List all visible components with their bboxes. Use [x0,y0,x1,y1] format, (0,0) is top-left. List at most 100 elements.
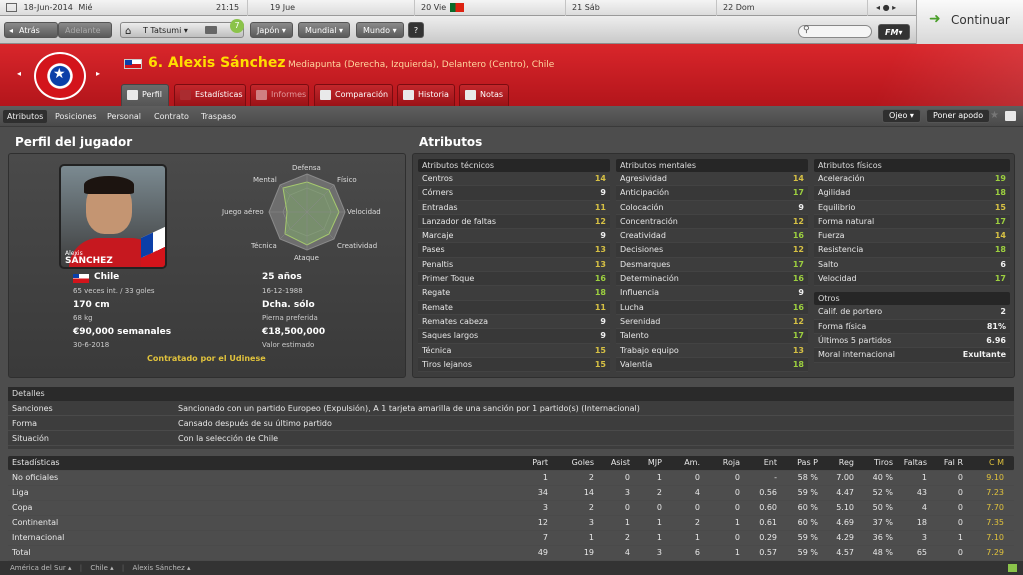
stats-row[interactable]: Continental 12 3 1 1 2 1 0.61 60 % 4.69 37 % 18 0 7.3… [8,516,1014,531]
attribute-row[interactable]: Regate 18 [418,286,610,301]
breadcrumb-item[interactable]: América del Sur ▴ [10,564,72,572]
calendar-prev-icon[interactable]: ◂ [876,3,880,12]
attribute-value: 18 [994,188,1006,198]
attribute-name: Calif. de portero [818,307,883,317]
attribute-row[interactable]: Decisiones 12 [616,243,808,258]
attribute-row[interactable]: Saques largos 9 [418,329,610,344]
subnav-contrato[interactable]: Contrato [150,110,193,123]
stats-row[interactable]: Copa 3 2 0 0 0 0 0.60 60 % 5.10 50 % 4 0 7.70 [8,501,1014,516]
next-player-icon[interactable]: ▸ [96,69,100,78]
attribute-row[interactable]: Resistencia 18 [814,243,1010,258]
attribute-value: 2 [1000,307,1006,317]
forward-button[interactable]: Adelante [58,22,112,38]
attribute-value: 16 [792,302,804,312]
attribute-row[interactable]: Concentración 12 [616,214,808,230]
attribute-row[interactable]: Talento 17 [616,329,808,344]
attribute-row[interactable]: Forma física 81% [814,319,1010,334]
subnav-posiciones[interactable]: Posiciones [51,110,101,123]
attribute-row[interactable]: Determinación 16 [616,272,808,287]
attribute-row[interactable]: Salto 6 [814,258,1010,273]
subnav-personal[interactable]: Personal [103,110,145,123]
nationality[interactable]: Chile [94,272,119,282]
calendar-day[interactable]: 22 Dom [717,0,868,16]
search-input[interactable]: ⚲ [798,25,872,38]
attribute-row[interactable]: Remate 11 [418,300,610,315]
attribute-row[interactable]: Remates cabeza 9 [418,315,610,330]
calendar-nav[interactable]: ◂ ● ▸ [870,0,916,16]
star-icon[interactable]: ★ [990,110,999,121]
stats-row[interactable]: Liga 34 14 3 2 4 0 0.56 59 % 4.47 52 % 43 0 7.23 [8,486,1014,501]
attribute-row[interactable]: Fuerza 14 [814,229,1010,244]
attribute-row[interactable]: Valentía 18 [616,357,808,373]
attribute-row[interactable]: Forma natural 17 [814,214,1010,230]
calendar-today-icon[interactable]: ● [883,3,890,12]
breadcrumb-item[interactable]: Chile ▴ [90,564,113,572]
attribute-row[interactable]: Lanzador de faltas 12 [418,214,610,230]
attribute-row[interactable]: Córners 9 [418,186,610,201]
attribute-row[interactable]: Colocación 9 [616,201,808,215]
ojeo-button[interactable]: Ojeo ▾ [882,109,921,123]
attribute-row[interactable]: Velocidad 17 [814,272,1010,287]
mundo-menu[interactable]: Mundo ▾ [356,22,404,38]
tab-informes[interactable]: Informes [250,84,309,106]
current-date[interactable]: 18-Jun-2014 Mié 21:15 [0,0,248,16]
nickname-button[interactable]: Poner apodo [926,109,991,123]
attribute-row[interactable]: Anticipación 17 [616,186,808,201]
back-button[interactable]: ◂ Atrás [4,22,58,38]
japan-menu[interactable]: Japón ▾ [250,22,293,38]
stats-row[interactable]: No oficiales 1 2 0 1 0 0 - 58 % 7.00 40 % 1 0 9.10 [8,471,1014,486]
attribute-row[interactable]: Agresividad 14 [616,172,808,187]
tab-estadisticas[interactable]: Estadísticas [174,84,246,106]
calendar-next-icon[interactable]: ▸ [892,3,896,12]
expand-icon[interactable] [1008,564,1017,572]
attribute-row[interactable]: Trabajo equipo 13 [616,344,808,358]
attribute-row[interactable]: Técnica 15 [418,344,610,358]
prev-player-icon[interactable]: ◂ [17,69,21,78]
calendar-day[interactable]: 21 Sáb [566,0,717,16]
fm-menu[interactable]: FM▾ [878,24,910,40]
back-arrow-icon: ◂ [9,26,14,35]
help-button[interactable]: ? [408,22,424,38]
calendar-day[interactable]: 19 Jue [264,0,415,16]
attribute-row[interactable]: Desmarques 17 [616,258,808,273]
team-menu[interactable]: ⌂ T Tatsumi ▾ [120,22,244,38]
subnav-traspaso[interactable]: Traspaso [197,110,240,123]
radar-label-fisico: Físico [337,176,357,184]
attribute-row[interactable]: Últimos 5 partidos 6.96 [814,334,1010,349]
attribute-row[interactable]: Lucha 16 [616,300,808,315]
contract-status[interactable]: Contratado por el Udinese [147,354,266,363]
attribute-row[interactable]: Creatividad 16 [616,229,808,244]
attribute-row[interactable]: Entradas 11 [418,201,610,215]
attribute-row[interactable]: Moral internacional Exultante [814,348,1010,363]
attribute-row[interactable]: Agilidad 18 [814,186,1010,201]
tab-historia[interactable]: Historia [397,84,455,106]
mail-icon[interactable] [205,26,217,34]
tab-notas[interactable]: Notas [459,84,509,106]
calendar-day[interactable]: 20 Vie [415,0,566,16]
attribute-row[interactable]: Tiros lejanos 15 [418,357,610,373]
subnav-atributos[interactable]: Atributos [3,110,48,123]
attribute-row[interactable]: Calif. de portero 2 [814,305,1010,320]
inbox-badge[interactable]: 7 [230,19,244,33]
stats-cell: 1 [542,473,548,482]
breadcrumb-item[interactable]: Alexis Sánchez ▴ [132,564,190,572]
attribute-row[interactable]: Centros 14 [418,172,610,187]
attribute-name: Regate [422,288,451,298]
attribute-value: 11 [594,202,606,212]
attribute-row[interactable]: Equilibrio 15 [814,201,1010,215]
mundial-menu[interactable]: Mundial ▾ [298,22,351,38]
attribute-row[interactable]: Serenidad 12 [616,315,808,330]
attribute-row[interactable]: Pases 13 [418,243,610,258]
continue-button[interactable]: ➜ Continuar [916,0,1023,44]
attribute-row[interactable]: Aceleración 19 [814,172,1010,187]
attribute-row[interactable]: Influencia 9 [616,286,808,301]
edit-icon[interactable] [1005,111,1016,121]
tab-comparacion[interactable]: Comparación [314,84,393,106]
tab-perfil[interactable]: Perfil [121,84,169,106]
stats-row[interactable]: Internacional 7 1 2 1 1 0 0.29 59 % 4.29 36 % 3 1 7.1… [8,531,1014,546]
attribute-row[interactable]: Marcaje 9 [418,229,610,244]
details-value: Sancionado con un partido Europeo (Expul… [178,404,640,413]
stats-row[interactable]: Total 49 19 4 3 6 1 0.57 59 % 4.57 48 % 65 0 7.29 [8,546,1014,561]
attribute-row[interactable]: Penaltis 13 [418,258,610,273]
attribute-row[interactable]: Primer Toque 16 [418,272,610,287]
